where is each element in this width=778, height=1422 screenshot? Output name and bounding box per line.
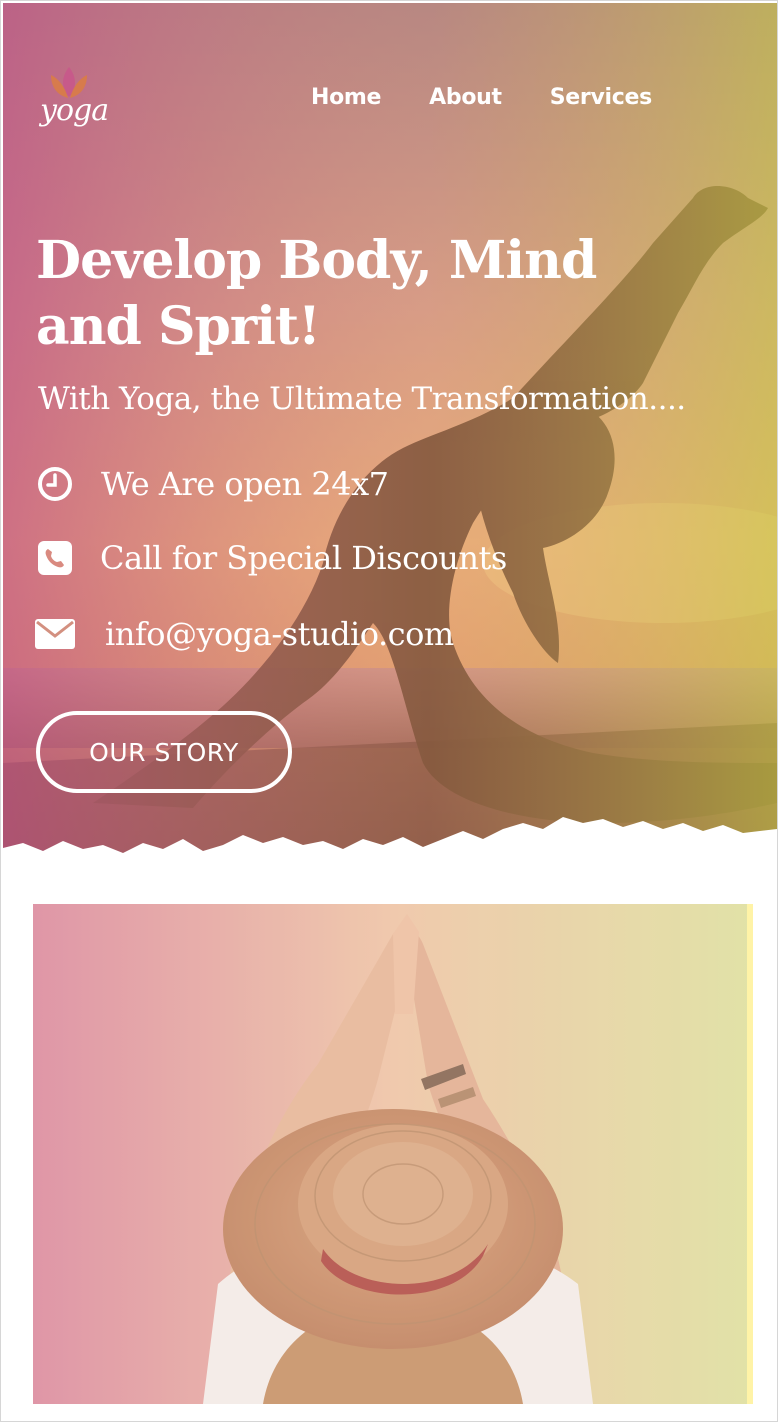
logo[interactable]: yoga — [37, 63, 109, 137]
nav-about-link[interactable]: About — [429, 85, 502, 110]
hero-headline: Develop Body, Mind and Sprit! — [36, 230, 597, 357]
info-hours-text: We Are open 24x7 — [101, 465, 389, 503]
yoga-hat-photo — [33, 904, 753, 1404]
info-discounts: Call for Special Discounts — [35, 538, 507, 578]
page-frame: yoga Home About Services Develop Body, M… — [0, 0, 778, 1422]
info-email-text[interactable]: info@yoga-studio.com — [105, 615, 454, 653]
info-discounts-text: Call for Special Discounts — [100, 539, 507, 577]
envelope-icon — [35, 614, 75, 654]
nav-services-link[interactable]: Services — [550, 85, 652, 110]
main-nav: Home About Services — [311, 85, 652, 110]
info-hours: We Are open 24x7 — [35, 464, 389, 504]
phone-icon — [35, 538, 75, 578]
hero-section: yoga Home About Services Develop Body, M… — [3, 3, 777, 873]
hero-subline: With Yoga, the Ultimate Transformation..… — [38, 381, 686, 417]
info-email: info@yoga-studio.com — [35, 614, 454, 654]
clock-icon — [35, 464, 75, 504]
nav-home-link[interactable]: Home — [311, 85, 381, 110]
logo-text: yoga — [40, 93, 109, 128]
our-story-button[interactable]: OUR STORY — [36, 711, 292, 793]
